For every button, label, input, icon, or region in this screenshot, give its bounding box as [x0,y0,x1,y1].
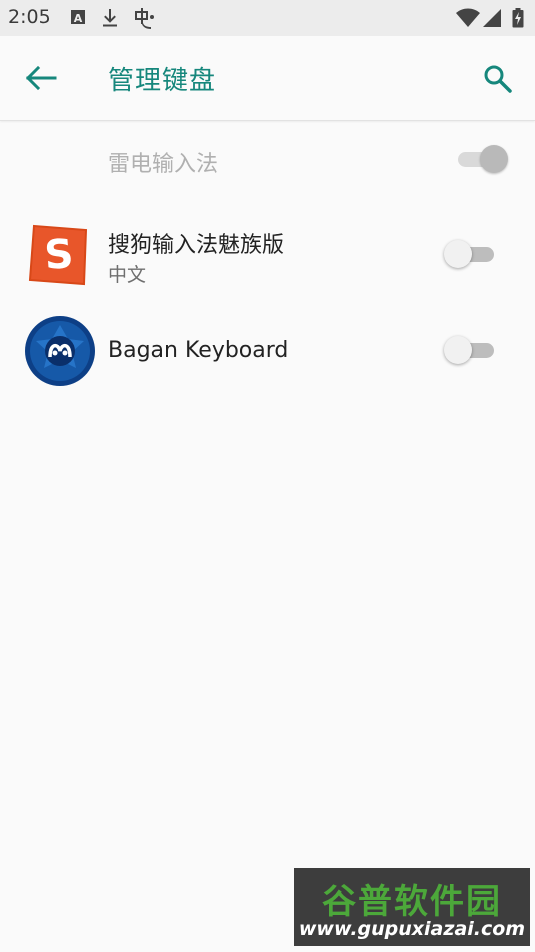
svg-text:S: S [43,231,75,279]
keyboard-name: 雷电输入法 [108,152,219,177]
keyboard-toggle-sogou[interactable] [444,238,500,270]
keyboard-toggle-leidian[interactable] [452,143,508,175]
keyboard-row-leidian[interactable]: 雷电输入法 [0,126,535,194]
keyboard-name: Bagan Keyboard [108,338,289,363]
wifi-icon [456,8,480,28]
site-watermark: 谷普软件园 www.gupuxiazai.com [294,868,530,946]
svg-text:A: A [74,12,83,25]
watermark-url: www.gupuxiazai.com [298,918,526,940]
keyboard-toggle-bagan[interactable] [444,334,500,366]
watermark-title: 谷普软件园 [322,882,502,922]
back-button[interactable] [20,58,64,98]
keyboard-language: 中文 [108,264,147,286]
status-bar: 2:05 A [0,0,535,36]
sogou-s-icon: S [24,220,94,290]
arrow-back-icon [20,65,64,102]
keyboard-a-icon: A [70,8,86,26]
keyboard-name: 搜狗输入法魅族版 [108,233,285,258]
page-title: 管理键盘 [108,66,217,96]
download-icon [101,8,119,28]
keyboard-row-bagan[interactable]: Bagan Keyboard [0,310,535,394]
search-icon [476,65,520,102]
app-notification-icon [132,8,156,30]
app-bar: 管理键盘 [0,36,535,121]
bagan-keyboard-icon [24,315,95,386]
battery-icon [512,8,524,28]
search-button[interactable] [476,58,520,98]
cellular-signal-icon [482,8,502,28]
keyboard-row-sogou[interactable]: S 搜狗输入法魅族版 中文 [0,210,535,300]
status-time: 2:05 [8,6,51,28]
